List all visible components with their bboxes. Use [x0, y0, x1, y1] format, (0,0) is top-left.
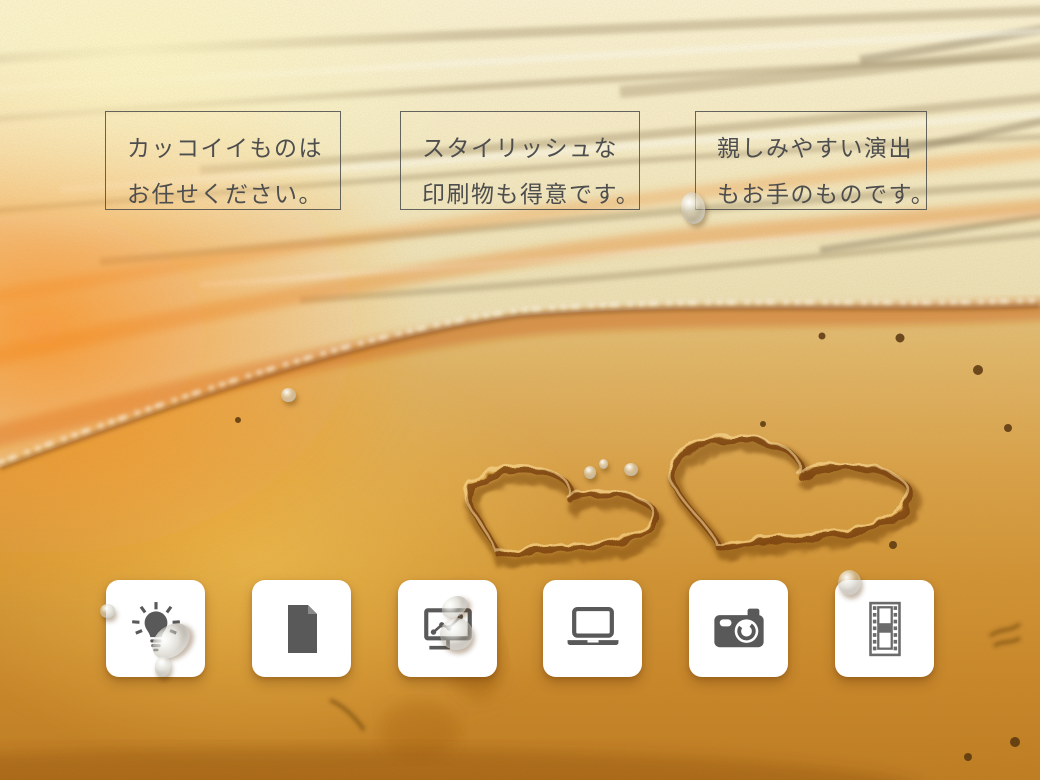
service-tile-print[interactable]	[252, 580, 351, 677]
caption-line: カッコイイものは	[127, 125, 340, 171]
water-droplet	[838, 570, 861, 595]
water-droplet	[100, 604, 115, 618]
caption-line: 親しみやすい演出	[717, 125, 926, 171]
caption-line: スタイリッシュな	[422, 125, 639, 171]
camera-icon	[709, 599, 769, 659]
water-droplet	[599, 459, 608, 469]
water-droplet	[584, 466, 596, 479]
caption-line: 印刷物も得意です。	[422, 171, 639, 217]
water-droplet	[440, 618, 473, 650]
water-droplet	[281, 388, 296, 402]
laptop-icon	[562, 598, 624, 660]
film-strip-icon	[856, 600, 914, 658]
caption-box-cool: カッコイイものは お任せください。	[105, 111, 341, 210]
caption-box-stylish: スタイリッシュな 印刷物も得意です。	[400, 111, 640, 210]
caption-box-friendly: 親しみやすい演出 もお手のものです。	[695, 111, 927, 210]
service-tile-photo[interactable]	[689, 580, 788, 677]
water-droplet	[624, 463, 638, 476]
beach-hero-section: カッコイイものは お任せください。 スタイリッシュな 印刷物も得意です。 親しみ…	[0, 0, 1040, 780]
caption-line: お任せください。	[127, 171, 340, 217]
caption-line: もお手のものです。	[717, 171, 926, 217]
service-tile-web[interactable]	[543, 580, 642, 677]
document-icon	[274, 601, 330, 657]
